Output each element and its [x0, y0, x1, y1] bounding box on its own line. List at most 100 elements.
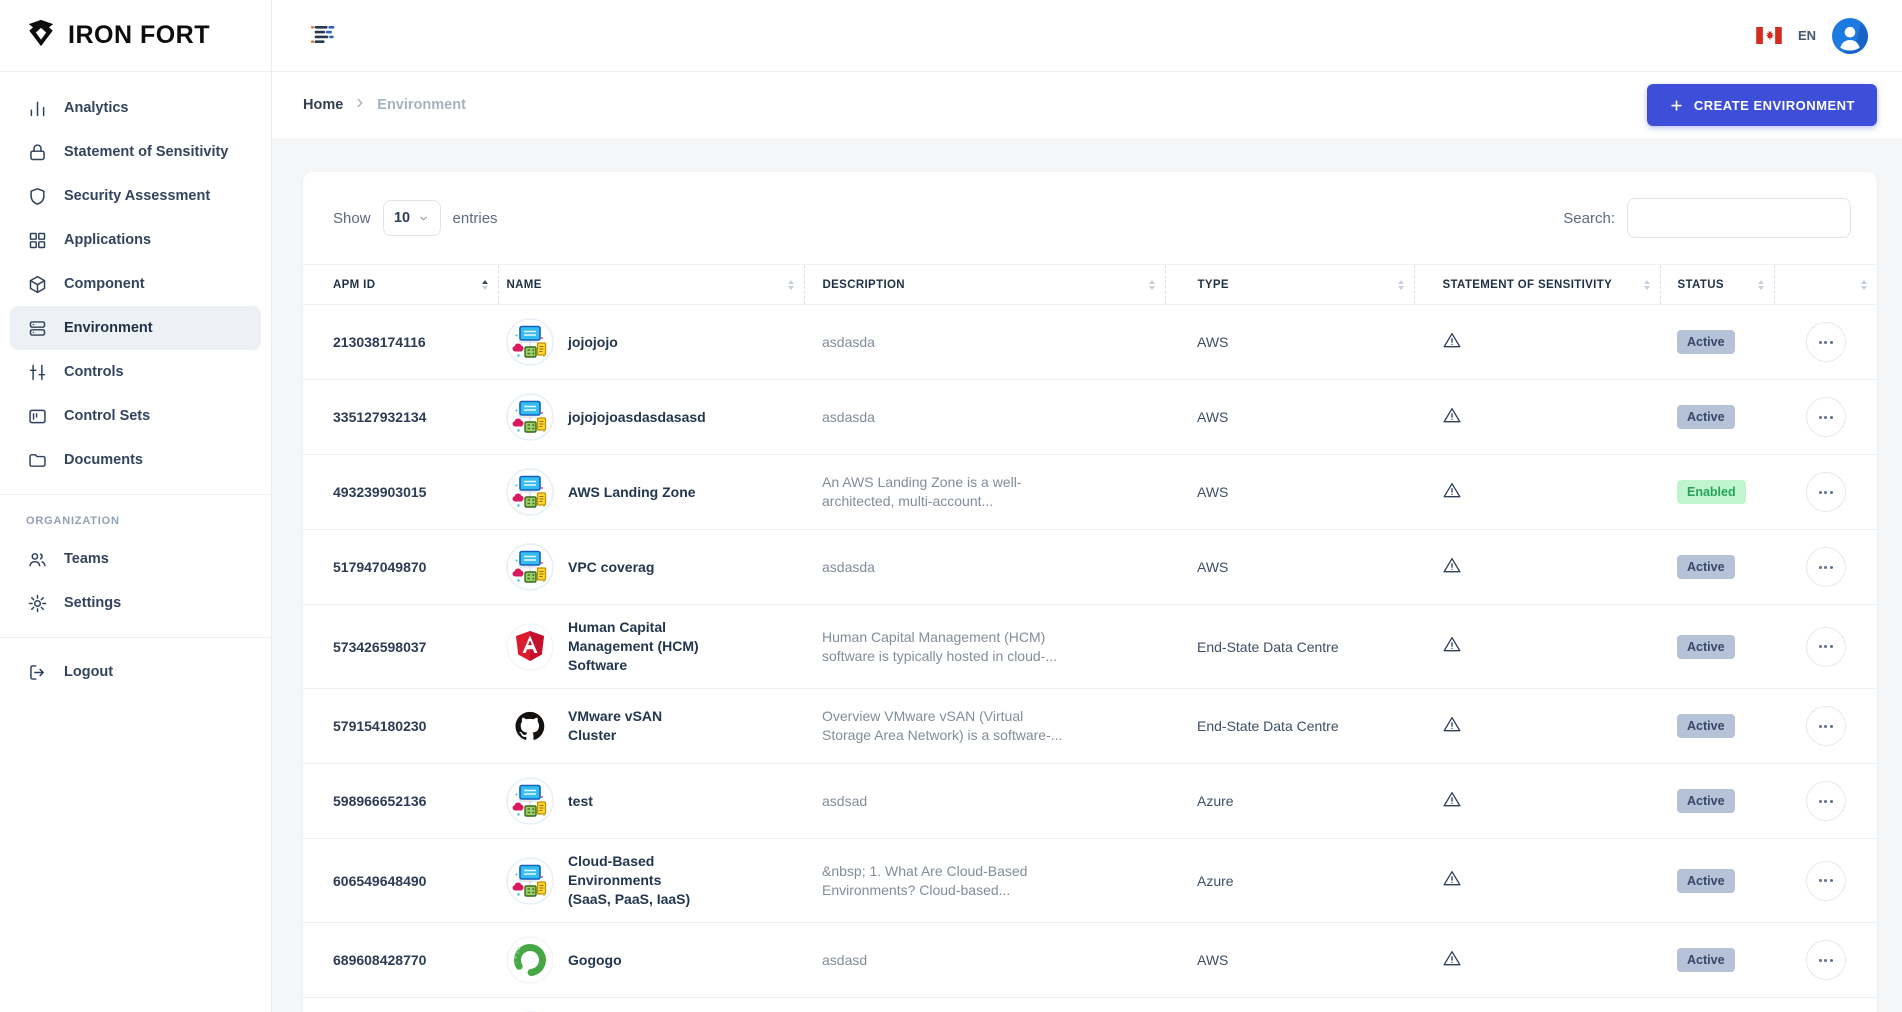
plus-icon — [1669, 98, 1684, 113]
cell-statement-of-sensitivity — [1414, 764, 1660, 839]
column-header-statement-of-sensitivity[interactable]: STATEMENT OF SENSITIVITY — [1414, 265, 1660, 305]
language-label[interactable]: EN — [1798, 28, 1816, 43]
warning-triangle-icon[interactable] — [1442, 868, 1462, 888]
create-environment-button[interactable]: CREATE ENVIRONMENT — [1647, 84, 1877, 126]
column-header-type[interactable]: TYPE — [1165, 265, 1414, 305]
environment-name-link[interactable]: Cloud-Based Environments (SaaS, PaaS, Ia… — [568, 852, 700, 909]
warning-triangle-icon[interactable] — [1442, 480, 1462, 500]
cell-type: Azure — [1165, 764, 1414, 839]
cell-apm-id: 573426598037 — [303, 605, 498, 689]
table-controls: Show 10 entries Search: — [303, 198, 1877, 238]
sidebar-item-settings[interactable]: Settings — [10, 581, 261, 625]
sidebar-item-statement-of-sensitivity[interactable]: Statement of Sensitivity — [10, 130, 261, 174]
row-actions-button[interactable] — [1806, 472, 1846, 512]
analytics-icon — [26, 97, 48, 119]
row-actions-button[interactable] — [1806, 781, 1846, 821]
sidebar-item-label: Security Assessment — [64, 188, 210, 204]
environment-table: APM IDNAME DESCRIPTION TYPE STATEMENT OF SE… — [303, 264, 1877, 1012]
cell-name: jojojojo — [498, 305, 804, 380]
page-size-select[interactable]: 10 — [383, 200, 441, 236]
warning-triangle-icon[interactable] — [1442, 405, 1462, 425]
angular-logo — [506, 623, 554, 671]
row-actions-button[interactable] — [1806, 322, 1846, 362]
grid-icon — [26, 229, 48, 251]
warning-triangle-icon[interactable] — [1442, 555, 1462, 575]
sidebar-item-teams[interactable]: Teams — [10, 537, 261, 581]
column-label: DESCRIPTION — [823, 279, 905, 291]
row-actions-button[interactable] — [1806, 940, 1846, 980]
cell-type: AWS — [1165, 455, 1414, 530]
warning-triangle-icon[interactable] — [1442, 948, 1462, 968]
folder-icon — [26, 449, 48, 471]
status-badge: Active — [1677, 555, 1735, 579]
sidebar-item-applications[interactable]: Applications — [10, 218, 261, 262]
sidebar-item-logout[interactable]: Logout — [10, 650, 261, 694]
cell-name — [498, 998, 804, 1012]
sidebar-item-label: Component — [64, 276, 145, 292]
sidebar-item-analytics[interactable]: Analytics — [10, 86, 261, 130]
cell-type: AWS — [1165, 923, 1414, 998]
user-menu-button[interactable] — [1832, 18, 1868, 54]
environment-name-link[interactable]: test — [568, 792, 593, 811]
cell-actions — [1774, 998, 1877, 1012]
sidebar-item-security-assessment[interactable]: Security Assessment — [10, 174, 261, 218]
column-header-apm-id[interactable]: APM ID — [303, 265, 498, 305]
sidebar-item-label: Controls — [64, 364, 124, 380]
environment-name-link[interactable]: jojojojo — [568, 333, 618, 352]
row-actions-button[interactable] — [1806, 706, 1846, 746]
ellipsis-icon — [1819, 879, 1822, 882]
row-actions-button[interactable] — [1806, 861, 1846, 901]
column-header-blank[interactable] — [1774, 265, 1877, 305]
topbar-right: EN — [1756, 18, 1868, 54]
row-actions-button[interactable] — [1806, 547, 1846, 587]
cell-statement-of-sensitivity — [1414, 605, 1660, 689]
search-input[interactable] — [1627, 198, 1851, 238]
sidebar-item-component[interactable]: Component — [10, 262, 261, 306]
cell-statement-of-sensitivity — [1414, 455, 1660, 530]
sort-arrows-icon — [788, 280, 794, 290]
column-header-status[interactable]: STATUS — [1660, 265, 1774, 305]
ellipsis-icon — [1819, 645, 1822, 648]
cell-description: asdasda — [804, 530, 1165, 605]
cell-statement-of-sensitivity — [1414, 380, 1660, 455]
sidebar-divider — [0, 494, 271, 495]
sidebar-item-documents[interactable]: Documents — [10, 438, 261, 482]
environment-name-link[interactable]: VMware vSAN Cluster — [568, 707, 700, 745]
chevron-right-icon — [353, 96, 367, 115]
sidebar-item-environment[interactable]: Environment — [10, 306, 261, 350]
warning-triangle-icon[interactable] — [1442, 789, 1462, 809]
cell-apm-id — [303, 998, 498, 1012]
row-actions-button[interactable] — [1806, 627, 1846, 667]
warning-triangle-icon[interactable] — [1442, 634, 1462, 654]
status-badge: Active — [1677, 635, 1735, 659]
warning-triangle-icon[interactable] — [1442, 330, 1462, 350]
environment-name-link[interactable]: jojojojoasdasdasasd — [568, 408, 700, 427]
status-badge: Active — [1677, 714, 1735, 738]
cell-name: VPC coverag — [498, 530, 804, 605]
row-actions-button[interactable] — [1806, 397, 1846, 437]
computer-illustration — [506, 857, 554, 905]
cell-apm-id: 579154180230 — [303, 689, 498, 764]
language-flag-button[interactable] — [1756, 27, 1782, 44]
environment-name-link[interactable]: Gogogo — [568, 951, 622, 970]
cell-description: asdasd — [804, 923, 1165, 998]
column-header-description[interactable]: DESCRIPTION — [804, 265, 1165, 305]
people-icon — [26, 548, 48, 570]
warning-triangle-icon[interactable] — [1442, 714, 1462, 734]
cell-actions — [1774, 380, 1877, 455]
breadcrumb-home-link[interactable]: Home — [303, 97, 343, 113]
column-header-name[interactable]: NAME — [498, 265, 804, 305]
environment-name-link[interactable]: Human Capital Management (HCM) Software — [568, 618, 700, 675]
cell-actions — [1774, 923, 1877, 998]
sidebar-item-control-sets[interactable]: Control Sets — [10, 394, 261, 438]
brand-logo[interactable]: IRON FORT — [0, 0, 271, 72]
cell-description: asdsad — [804, 764, 1165, 839]
menu-toggle-button[interactable] — [307, 21, 339, 51]
sidebar-item-controls[interactable]: Controls — [10, 350, 261, 394]
environment-name-link[interactable]: VPC coverag — [568, 558, 654, 577]
cell-type: AWS — [1165, 305, 1414, 380]
column-label: TYPE — [1198, 279, 1229, 291]
environment-name-link[interactable]: AWS Landing Zone — [568, 483, 696, 502]
breadcrumb: Home Environment — [303, 96, 466, 115]
sidebar-item-label: Teams — [64, 551, 109, 567]
